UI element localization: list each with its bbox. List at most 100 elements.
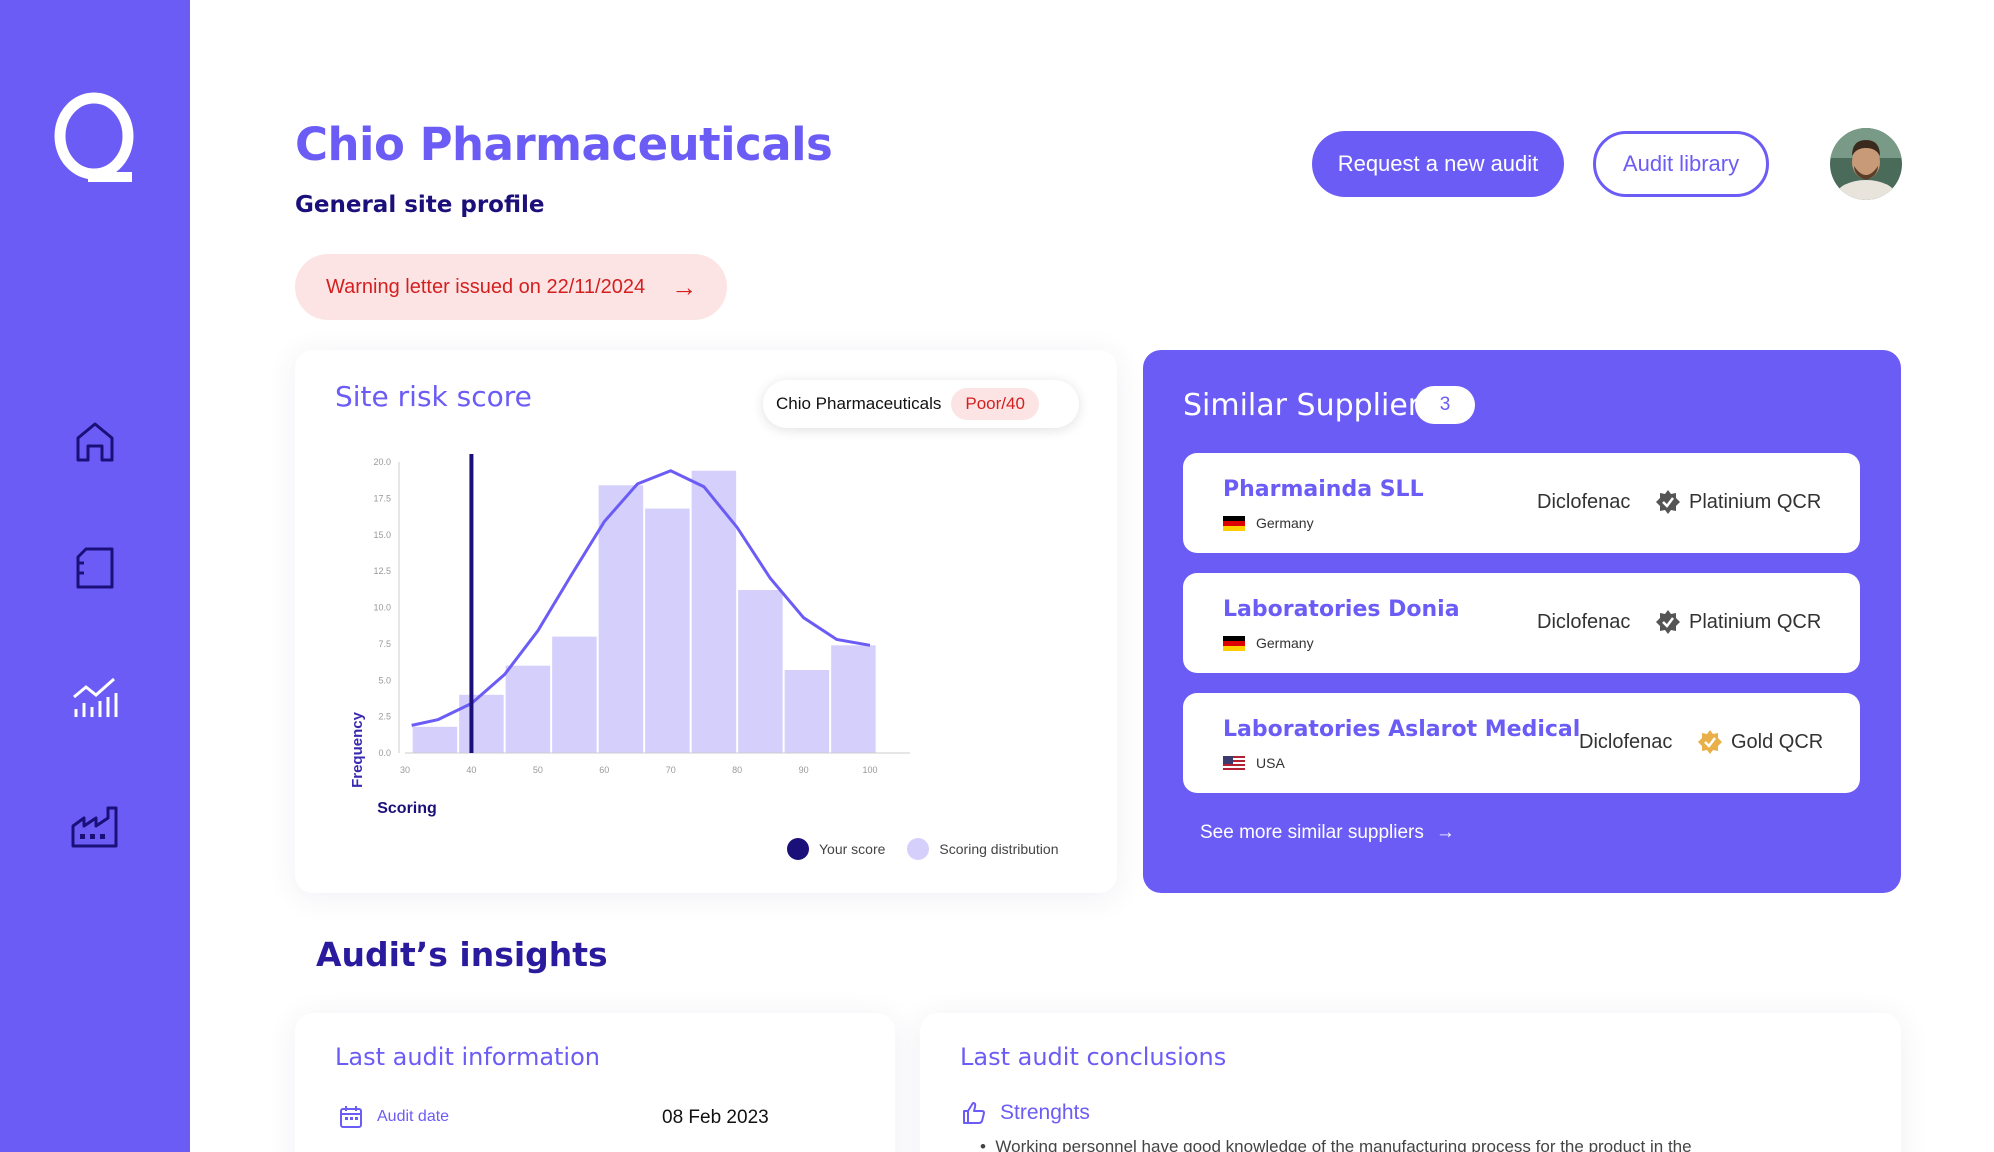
germany-flag-icon [1223,515,1245,531]
y-tick-label: 0.0 [378,748,391,758]
supplier-certification: Platinium QCR [1655,609,1821,635]
supplier-row[interactable]: Pharmainda SLL Germany Diclofenac Platin… [1183,453,1860,553]
strengths-heading: Strenghts [962,1101,1090,1125]
last-audit-info-card: Last audit information Audit date 08 Feb… [295,1013,895,1152]
y-tick-label: 10.0 [373,603,391,613]
histogram-bar [505,665,551,753]
page-title: Chio Pharmaceuticals [295,118,833,171]
supplier-country: USA [1223,755,1285,771]
y-tick-label: 5.0 [378,675,391,685]
histogram-bar [459,694,504,753]
certification-label: Platinium QCR [1689,490,1822,513]
last-audit-conclusions-title: Last audit conclusions [960,1043,1227,1071]
country-label: Germany [1256,515,1314,531]
strength-bullet: • Working personnel have good knowledge … [980,1137,1692,1152]
last-audit-conclusions-card: Last audit conclusions Strenghts • Worki… [920,1013,1901,1152]
similar-suppliers-card: Similar Suppliers 3 Pharmainda SLL Germa… [1143,350,1901,893]
audit-date-label-text: Audit date [377,1108,450,1125]
page-subtitle: General site profile [295,192,545,218]
country-label: Germany [1256,635,1314,651]
germany-flag-icon [1223,635,1245,651]
legend-dot-score [787,838,809,860]
warning-text: Warning letter issued on 22/11/2024 [326,275,646,298]
warning-banner[interactable]: Warning letter issued on 22/11/2024 → [295,254,727,320]
histogram-bar [738,590,783,753]
y-tick-label: 12.5 [373,566,391,576]
strengths-label: Strenghts [1000,1101,1090,1124]
x-tick-label: 50 [533,765,543,775]
supplier-product: Diclofenac [1537,491,1631,513]
x-tick-label: 40 [466,765,476,775]
supplier-row[interactable]: Laboratories Donia Germany Diclofenac Pl… [1183,573,1860,673]
certification-label: Gold QCR [1731,730,1824,753]
arrow-right-icon: → [1435,822,1455,843]
insights-title: Audit’s insights [316,935,608,974]
legend-distribution: Scoring distribution [907,838,1058,860]
arrow-right-icon: → [671,271,698,302]
supplier-country: Germany [1223,515,1314,531]
usa-flag-icon [1223,755,1245,771]
supplier-name: Laboratories Aslarot Medical [1223,717,1581,742]
bullet-marker: • [980,1137,996,1152]
histogram-bar [598,485,644,753]
x-tick-label: 70 [666,765,676,775]
avatar[interactable] [1830,128,1902,200]
supplier-name: Laboratories Donia [1223,597,1460,622]
sidebar-item-analytics[interactable] [65,668,125,728]
sidebar-item-documents[interactable] [65,538,125,598]
supplier-product: Diclofenac [1579,731,1673,753]
legend-label-distribution: Scoring distribution [939,841,1059,857]
histogram-bar [412,726,458,753]
platinum-badge-icon [1656,490,1680,514]
platinum-badge-icon [1656,610,1680,634]
user-photo [1830,128,1902,200]
audit-date-value: 08 Feb 2023 [662,1107,769,1128]
x-tick-label: 80 [732,765,742,775]
audit-library-button[interactable]: Audit library [1593,131,1769,197]
suppliers-title: Similar Suppliers [1183,388,1436,423]
thumbs-up-icon [963,1102,985,1124]
strength-bullet-text: Working personnel have good knowledge of… [995,1137,1692,1152]
app-logo[interactable] [52,92,136,192]
chart-legend: Your score Scoring distribution [787,838,1080,860]
y-tick-label: 20.0 [373,457,391,467]
histogram-bar [831,645,876,753]
risk-score-card: Site risk score Chio Pharmaceuticals Poo… [295,350,1117,893]
x-tick-label: 90 [799,765,809,775]
factory-icon [71,806,118,848]
supplier-row[interactable]: Laboratories Aslarot Medical USA Diclofe… [1183,693,1860,793]
y-axis-label: Frequency [349,711,366,788]
y-tick-label: 2.5 [378,712,391,722]
document-icon [76,547,114,589]
y-tick-label: 15.0 [373,530,391,540]
sidebar-item-sites[interactable] [65,797,125,857]
histogram-bar [645,508,690,753]
logo-mark [54,92,134,182]
supplier-country: Germany [1223,635,1314,651]
legend-label-score: Your score [819,841,886,857]
certification-label: Platinium QCR [1689,610,1822,633]
analytics-icon [73,677,118,717]
y-tick-label: 17.5 [373,493,391,503]
y-tick-label: 7.5 [378,639,391,649]
see-more-label: See more similar suppliers [1200,822,1424,843]
supplier-product: Diclofenac [1537,611,1631,633]
x-tick-label: 60 [599,765,609,775]
x-tick-label: 100 [862,765,877,775]
home-icon [76,422,114,462]
suppliers-count-badge: 3 [1415,386,1475,424]
supplier-certification: Platinium QCR [1655,489,1821,515]
legend-dot-distribution [907,838,930,860]
sidebar-item-home[interactable] [65,411,125,471]
histogram-bar [784,670,830,753]
calendar-icon [340,1106,362,1128]
last-audit-info-title: Last audit information [335,1043,600,1071]
audit-date-label: Audit date [339,1105,449,1129]
sidebar [0,0,190,1152]
legend-your-score: Your score [787,838,885,860]
request-audit-button[interactable]: Request a new audit [1312,131,1564,197]
see-more-suppliers-link[interactable]: See more similar suppliers → [1200,822,1455,844]
risk-histogram-chart: 0.0 2.5 5.0 7.5 10.0 12.5 15.0 17.5 20.0 30 40 50 6… [349,454,910,817]
histogram-bar [552,636,597,753]
x-axis-label: Scoring [377,800,437,817]
